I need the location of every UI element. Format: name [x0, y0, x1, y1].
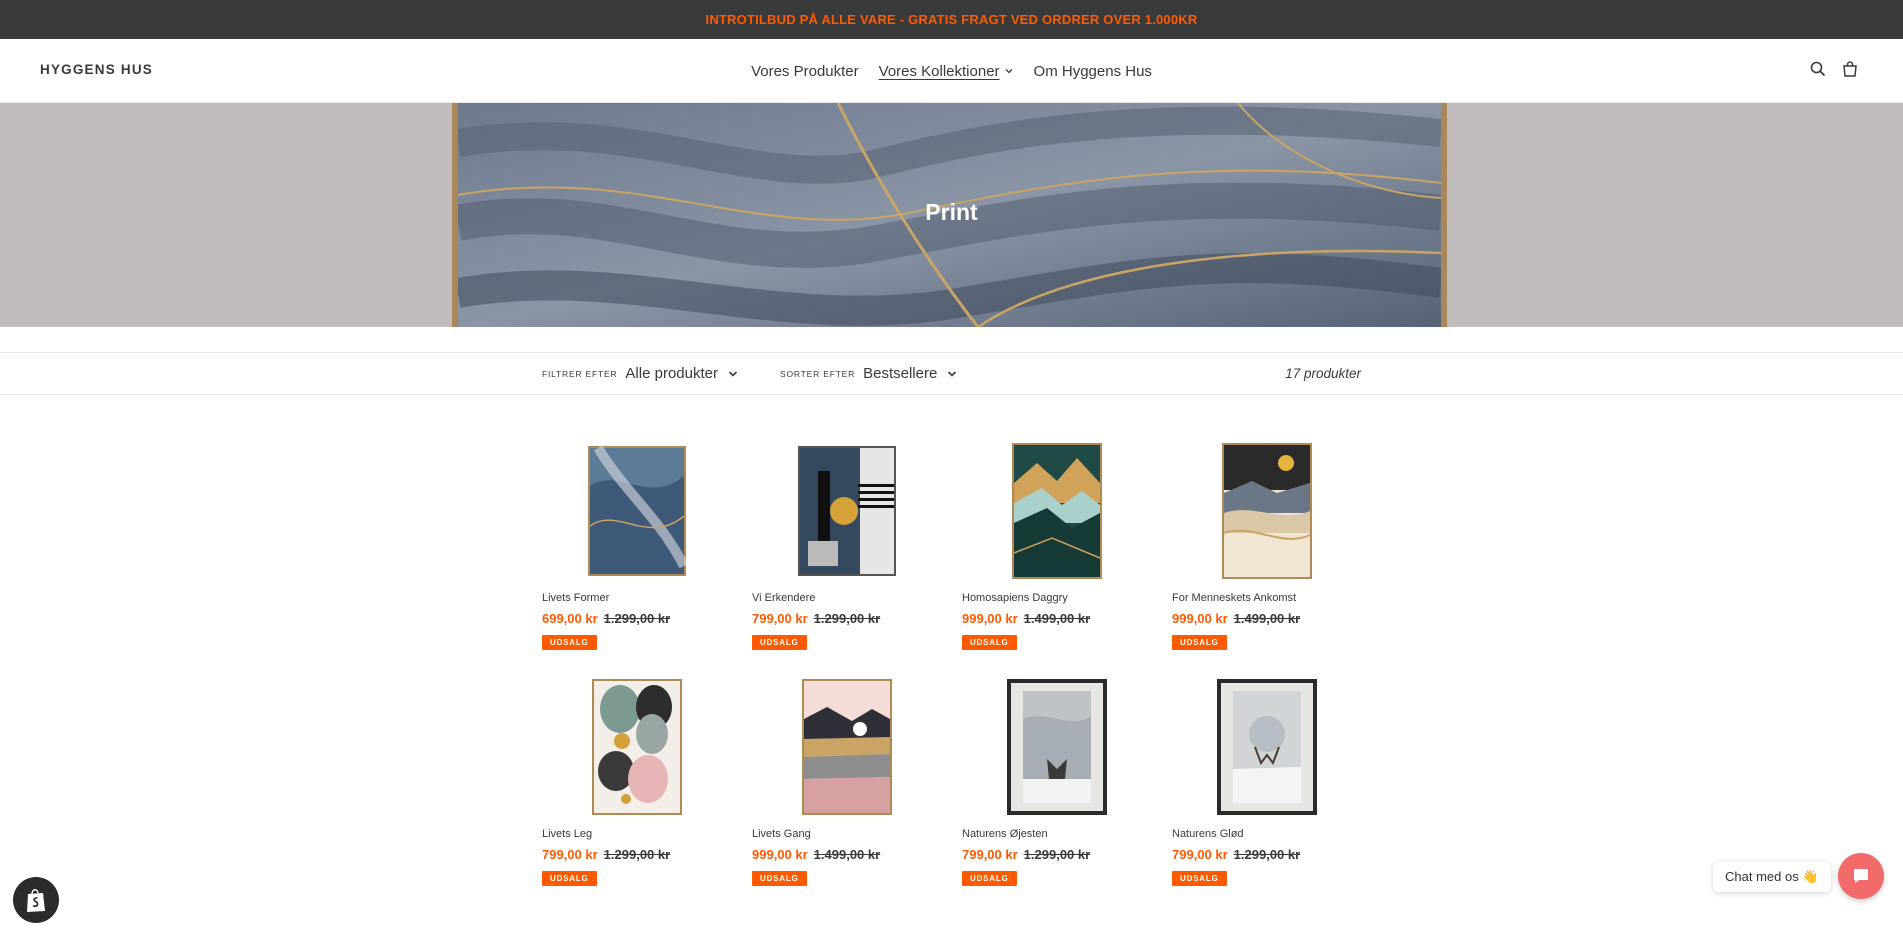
sale-price: 999,00 kr [752, 847, 808, 862]
sale-badge: UDSALG [962, 635, 1017, 650]
sort-label: SORTER EFTER [780, 368, 856, 379]
original-price: 1.499,00 kr [1023, 611, 1091, 626]
nav-vores-kollektioner[interactable]: Vores Kollektioner [879, 63, 1014, 80]
product-name[interactable]: Livets Gang [752, 828, 942, 841]
sort-select[interactable]: Bestsellere [863, 365, 957, 382]
product-prices: 799,00 kr 1.299,00 kr [752, 611, 942, 626]
product-card[interactable]: Livets Gang 999,00 kr 1.499,00 kr UDSALG [752, 674, 942, 886]
product-card[interactable]: Livets Leg 799,00 kr 1.299,00 kr UDSALG [542, 674, 732, 886]
product-card[interactable]: For Menneskets Ankomst 999,00 kr 1.499,0… [1172, 438, 1362, 650]
chevron-down-icon [948, 370, 957, 377]
product-image[interactable] [962, 438, 1152, 584]
product-prices: 999,00 kr 1.499,00 kr [962, 611, 1152, 626]
cart-icon[interactable] [1841, 60, 1859, 78]
chat-label[interactable]: Chat med os 👋 [1713, 862, 1831, 892]
sale-price: 799,00 kr [752, 611, 808, 626]
original-price: 1.299,00 kr [603, 847, 671, 862]
chat-bubble-icon [1854, 869, 1868, 883]
nav-vores-produkter[interactable]: Vores Produkter [751, 63, 859, 80]
product-name[interactable]: Livets Leg [542, 828, 732, 841]
announcement-text: INTROTILBUD PÅ ALLE VARE - GRATIS FRAGT … [705, 12, 1198, 27]
divider [0, 327, 1903, 353]
product-grid: Livets Former 699,00 kr 1.299,00 kr UDSA… [542, 438, 1382, 886]
site-header: HYGGENS HUS Vores Produkter Vores Kollek… [0, 39, 1903, 103]
product-image[interactable] [962, 674, 1152, 820]
chat-button[interactable] [1838, 853, 1884, 899]
header-icons [1809, 60, 1859, 78]
product-card[interactable]: Homosapiens Daggry 999,00 kr 1.499,00 kr… [962, 438, 1152, 650]
product-image[interactable] [542, 438, 732, 584]
collection-hero: Print [0, 103, 1903, 327]
product-image[interactable] [1172, 674, 1362, 820]
chevron-down-icon [728, 370, 738, 377]
sale-badge: UDSALG [962, 871, 1017, 886]
nav-om-hyggens-hus[interactable]: Om Hyggens Hus [1034, 63, 1152, 80]
product-prices: 699,00 kr 1.299,00 kr [542, 611, 732, 626]
sale-badge: UDSALG [542, 635, 597, 650]
chat-label-text: Chat med os 👋 [1725, 869, 1819, 884]
shopify-bag-icon [27, 889, 45, 912]
product-card[interactable]: Naturens Glød 799,00 kr 1.299,00 kr UDSA… [1172, 674, 1362, 886]
product-prices: 999,00 kr 1.499,00 kr [752, 847, 942, 862]
product-card[interactable]: Naturens Øjesten 799,00 kr 1.299,00 kr U… [962, 674, 1152, 886]
product-prices: 999,00 kr 1.499,00 kr [1172, 611, 1362, 626]
search-icon[interactable] [1809, 60, 1827, 78]
nav-label: Vores Produkter [751, 62, 859, 80]
filter-label: FILTRER EFTER [542, 368, 618, 379]
product-name[interactable]: For Menneskets Ankomst [1172, 592, 1362, 605]
chevron-down-icon [1005, 69, 1013, 74]
original-price: 1.299,00 kr [1023, 847, 1091, 862]
product-prices: 799,00 kr 1.299,00 kr [962, 847, 1152, 862]
sale-badge: UDSALG [1172, 871, 1227, 886]
sale-price: 799,00 kr [962, 847, 1018, 862]
filter-value: Alle produkter [625, 365, 718, 382]
sale-badge: UDSALG [752, 871, 807, 886]
product-count: 17 produkter [1285, 366, 1361, 381]
sale-price: 999,00 kr [1172, 611, 1228, 626]
product-name[interactable]: Homosapiens Daggry [962, 592, 1152, 605]
shopify-bag-button[interactable] [13, 877, 59, 923]
sale-price: 999,00 kr [962, 611, 1018, 626]
main-nav: Vores Produkter Vores Kollektioner Om Hy… [0, 39, 1903, 103]
announcement-bar: INTROTILBUD PÅ ALLE VARE - GRATIS FRAGT … [0, 0, 1903, 39]
product-card[interactable]: Livets Former 699,00 kr 1.299,00 kr UDSA… [542, 438, 732, 650]
sale-price: 799,00 kr [1172, 847, 1228, 862]
filter-group: FILTRER EFTER Alle produkter [542, 365, 738, 382]
product-image[interactable] [542, 674, 732, 820]
product-prices: 799,00 kr 1.299,00 kr [542, 847, 732, 862]
original-price: 1.499,00 kr [1233, 611, 1301, 626]
sort-group: SORTER EFTER Bestsellere [780, 365, 957, 382]
original-price: 1.299,00 kr [603, 611, 671, 626]
sale-badge: UDSALG [752, 635, 807, 650]
sale-price: 699,00 kr [542, 611, 598, 626]
product-image[interactable] [1172, 438, 1362, 584]
page-title: Print [925, 199, 978, 225]
sort-value: Bestsellere [863, 365, 938, 382]
product-name[interactable]: Naturens Glød [1172, 828, 1362, 841]
product-name[interactable]: Livets Former [542, 592, 732, 605]
product-card[interactable]: Vi Erkendere 799,00 kr 1.299,00 kr UDSAL… [752, 438, 942, 650]
product-image[interactable] [752, 674, 942, 820]
product-prices: 799,00 kr 1.299,00 kr [1172, 847, 1362, 862]
filter-bar: FILTRER EFTER Alle produkter SORTER EFTE… [0, 353, 1903, 395]
filter-select[interactable]: Alle produkter [625, 365, 738, 382]
sale-badge: UDSALG [542, 871, 597, 886]
nav-label: Om Hyggens Hus [1033, 62, 1152, 80]
sale-badge: UDSALG [1172, 635, 1227, 650]
original-price: 1.299,00 kr [1233, 847, 1301, 862]
product-name[interactable]: Naturens Øjesten [962, 828, 1152, 841]
sale-price: 799,00 kr [542, 847, 598, 862]
product-image[interactable] [752, 438, 942, 584]
original-price: 1.499,00 kr [813, 847, 881, 862]
original-price: 1.299,00 kr [813, 611, 881, 626]
product-name[interactable]: Vi Erkendere [752, 592, 942, 605]
nav-label: Vores Kollektioner [878, 62, 1000, 80]
